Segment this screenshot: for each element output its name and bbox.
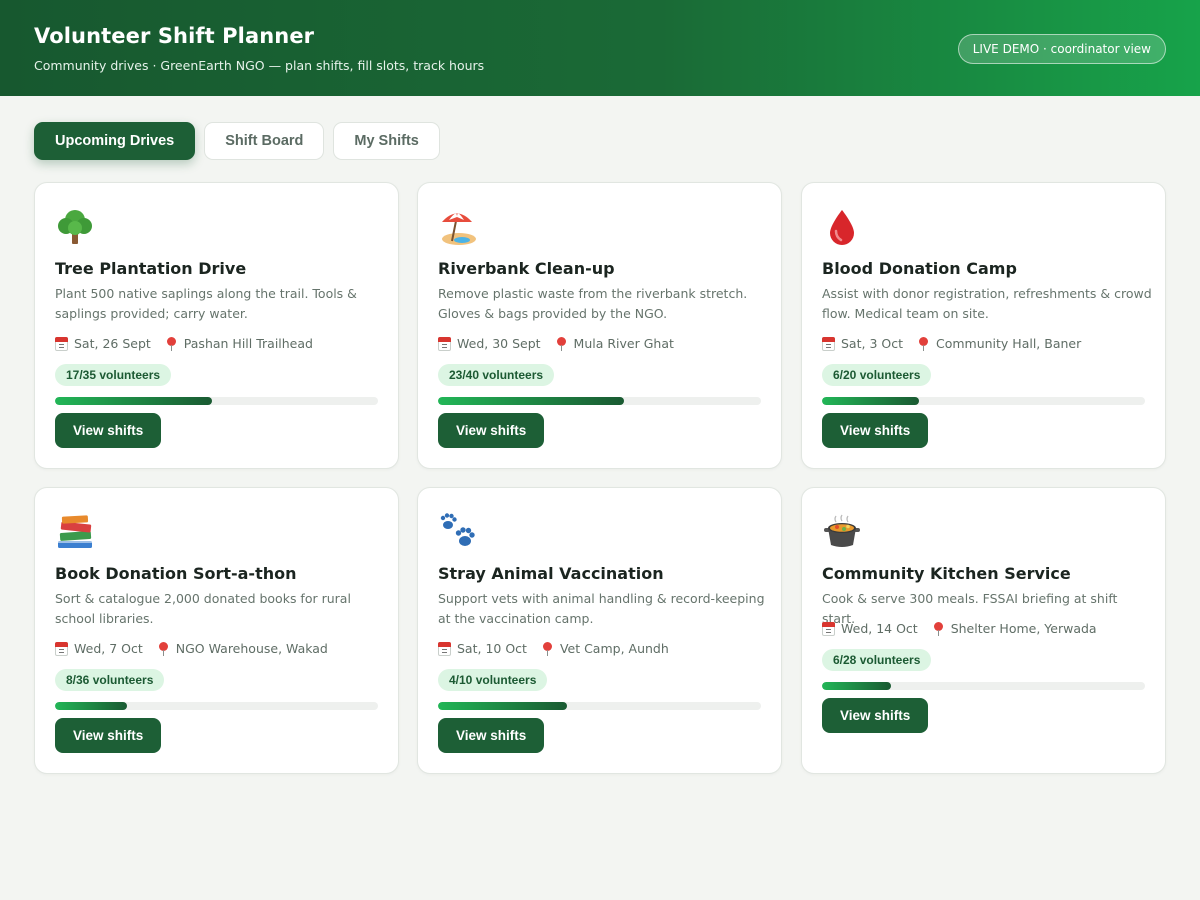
location-pin-icon (157, 641, 170, 656)
drive-date: Sat, 10 Oct (457, 641, 527, 656)
volunteer-count-badge: 6/28 volunteers (822, 649, 932, 671)
calendar-icon (438, 336, 451, 351)
drive-date: Sat, 3 Oct (841, 336, 903, 351)
volunteer-progress-bar (55, 702, 378, 710)
view-shifts-button[interactable]: View shifts (438, 413, 545, 448)
drive-date: Wed, 30 Sept (457, 336, 541, 351)
drive-name: Tree Plantation Drive (55, 259, 247, 278)
drive-location: Shelter Home, Yerwada (950, 621, 1097, 636)
volunteer-count-badge: 8/36 volunteers (55, 669, 165, 691)
drive-card: Book Donation Sort-a-thon Sort & catalog… (34, 487, 399, 774)
cooking-pot-icon (822, 512, 862, 552)
location-pin-icon (932, 621, 945, 636)
volunteer-progress-fill (438, 397, 624, 405)
drive-meta: Sat, 10 Oct Vet Camp, Aundh (438, 641, 669, 656)
drive-card: Stray Animal Vaccination Support vets wi… (417, 487, 782, 774)
location-pin-icon (555, 336, 568, 351)
beach-umbrella-icon (438, 207, 478, 247)
view-shifts-button[interactable]: View shifts (55, 413, 162, 448)
drive-card: Tree Plantation Drive Plant 500 native s… (34, 182, 399, 469)
volunteer-progress-bar (822, 397, 1145, 405)
volunteer-progress-bar (55, 397, 378, 405)
volunteer-progress-fill (822, 397, 919, 405)
view-shifts-button[interactable]: View shifts (55, 718, 162, 753)
drive-meta: Wed, 30 Sept Mula River Ghat (438, 336, 674, 351)
drive-meta: Sat, 26 Sept Pashan Hill Trailhead (55, 336, 313, 351)
volunteer-progress-bar (438, 702, 761, 710)
books-icon (55, 512, 95, 552)
volunteer-count-badge: 23/40 volunteers (438, 364, 555, 386)
drive-description: Sort & catalogue 2,000 donated books for… (55, 591, 351, 626)
drive-date: Sat, 26 Sept (74, 336, 151, 351)
drive-location: Community Hall, Baner (935, 336, 1082, 351)
view-shifts-button[interactable]: View shifts (822, 413, 929, 448)
drive-meta: Sat, 3 Oct Community Hall, Baner (822, 336, 1081, 351)
calendar-icon (822, 336, 835, 351)
drive-name: Riverbank Clean-up (438, 259, 615, 278)
drive-location: Pashan Hill Trailhead (183, 336, 313, 351)
calendar-icon (55, 641, 68, 656)
location-pin-icon (541, 641, 554, 656)
calendar-icon (822, 621, 835, 636)
mode-badge: LIVE DEMO · coordinator view (957, 34, 1166, 64)
drive-card: Community Kitchen Service Cook & serve 3… (801, 487, 1166, 774)
drive-name: Book Donation Sort-a-thon (55, 564, 297, 583)
blood-drop-icon (822, 207, 862, 247)
volunteer-count-badge: 4/10 volunteers (438, 669, 548, 691)
tab-bar: Upcoming Drives Shift Board My Shifts (34, 122, 440, 160)
drive-meta: Wed, 14 Oct Shelter Home, Yerwada (822, 621, 1097, 636)
drive-description: Support vets with animal handling & reco… (438, 591, 765, 626)
calendar-icon (55, 336, 68, 351)
tab-my-shifts[interactable]: My Shifts (333, 122, 440, 160)
paw-prints-icon (438, 512, 478, 552)
drive-card: Blood Donation Camp Assist with donor re… (801, 182, 1166, 469)
volunteer-progress-fill (55, 397, 212, 405)
volunteer-progress-fill (438, 702, 568, 710)
drive-card: Riverbank Clean-up Remove plastic waste … (417, 182, 782, 469)
view-shifts-button[interactable]: View shifts (438, 718, 545, 753)
app-title: Volunteer Shift Planner (34, 24, 315, 48)
drive-name: Blood Donation Camp (822, 259, 1017, 278)
view-shifts-button[interactable]: View shifts (822, 698, 929, 733)
volunteer-progress-fill (822, 682, 892, 690)
app-subtitle: Community drives · GreenEarth NGO — plan… (34, 58, 485, 73)
drive-location: Mula River Ghat (573, 336, 674, 351)
drive-description: Remove plastic waste from the riverbank … (438, 286, 748, 321)
tab-upcoming-drives[interactable]: Upcoming Drives (34, 122, 196, 160)
location-pin-icon (165, 336, 178, 351)
drive-location: NGO Warehouse, Wakad (175, 641, 328, 656)
location-pin-icon (917, 336, 930, 351)
app-header: Volunteer Shift Planner Community drives… (0, 0, 1200, 96)
calendar-icon (438, 641, 451, 656)
volunteer-progress-bar (438, 397, 761, 405)
volunteer-progress-bar (822, 682, 1145, 690)
drive-name: Community Kitchen Service (822, 564, 1071, 583)
drive-name: Stray Animal Vaccination (438, 564, 664, 583)
drive-date: Wed, 7 Oct (74, 641, 143, 656)
drive-description: Plant 500 native saplings along the trai… (55, 286, 357, 321)
tree-icon (55, 207, 95, 247)
drive-location: Vet Camp, Aundh (559, 641, 669, 656)
drive-meta: Wed, 7 Oct NGO Warehouse, Wakad (55, 641, 328, 656)
volunteer-progress-fill (55, 702, 127, 710)
drive-date: Wed, 14 Oct (841, 621, 918, 636)
volunteer-count-badge: 17/35 volunteers (55, 364, 172, 386)
volunteer-count-badge: 6/20 volunteers (822, 364, 932, 386)
tab-shift-board[interactable]: Shift Board (204, 122, 325, 160)
drive-description: Assist with donor registration, refreshm… (822, 286, 1152, 321)
